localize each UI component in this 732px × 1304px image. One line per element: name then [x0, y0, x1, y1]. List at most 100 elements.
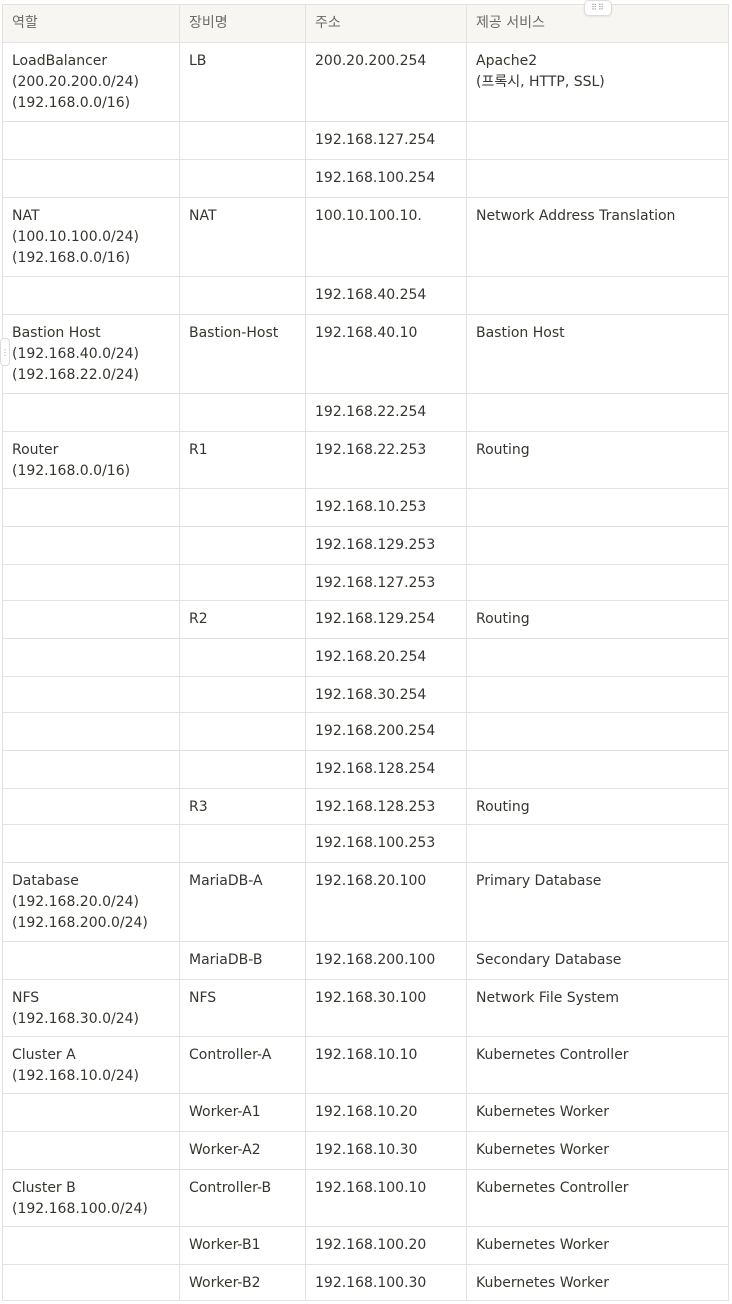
- cell-address[interactable]: 192.168.30.254: [305, 676, 467, 713]
- cell-address[interactable]: 192.168.10.30: [305, 1131, 467, 1170]
- cell-device[interactable]: Worker-B1: [179, 1226, 306, 1265]
- cell-address[interactable]: 192.168.100.20: [305, 1226, 467, 1265]
- cell-address[interactable]: 200.20.200.254: [305, 42, 467, 122]
- cell-service[interactable]: [466, 526, 729, 565]
- cell-address[interactable]: 192.168.10.253: [305, 488, 467, 527]
- row-drag-handle-icon[interactable]: ⋮: [0, 338, 10, 366]
- cell-address[interactable]: 192.168.127.253: [305, 564, 467, 601]
- cell-address[interactable]: 192.168.22.253: [305, 431, 467, 489]
- cell-service[interactable]: [466, 393, 729, 432]
- cell-service[interactable]: [466, 488, 729, 527]
- cell-service[interactable]: [466, 676, 729, 713]
- cell-address[interactable]: 192.168.10.10: [305, 1036, 467, 1094]
- cell-device[interactable]: Worker-A2: [179, 1131, 306, 1170]
- cell-device[interactable]: [179, 712, 306, 751]
- cell-address[interactable]: 192.168.100.253: [305, 824, 467, 863]
- cell-device[interactable]: Controller-A: [179, 1036, 306, 1094]
- cell-device[interactable]: [179, 526, 306, 565]
- cell-address[interactable]: 192.168.129.253: [305, 526, 467, 565]
- cell-service[interactable]: [466, 564, 729, 601]
- cell-service[interactable]: [466, 121, 729, 160]
- cell-address[interactable]: 192.168.100.30: [305, 1264, 467, 1301]
- cell-service[interactable]: [466, 824, 729, 863]
- cell-role[interactable]: NFS (192.168.30.0/24): [2, 979, 180, 1037]
- cell-device[interactable]: [179, 276, 306, 315]
- cell-device[interactable]: Bastion-Host: [179, 314, 306, 394]
- cell-role[interactable]: [2, 159, 180, 198]
- cell-address[interactable]: 192.168.22.254: [305, 393, 467, 432]
- cell-role[interactable]: [2, 712, 180, 751]
- cell-device[interactable]: Worker-A1: [179, 1093, 306, 1132]
- cell-role[interactable]: [2, 526, 180, 565]
- cell-role[interactable]: [2, 788, 180, 825]
- cell-service[interactable]: [466, 159, 729, 198]
- cell-address[interactable]: 192.168.40.10: [305, 314, 467, 394]
- cell-device[interactable]: R2: [179, 600, 306, 639]
- cell-device[interactable]: [179, 121, 306, 160]
- cell-address[interactable]: 192.168.200.254: [305, 712, 467, 751]
- cell-device[interactable]: [179, 676, 306, 713]
- cell-service[interactable]: Bastion Host: [466, 314, 729, 394]
- cell-device[interactable]: MariaDB-A: [179, 862, 306, 942]
- cell-role[interactable]: [2, 1226, 180, 1265]
- cell-service[interactable]: Primary Database: [466, 862, 729, 942]
- cell-address[interactable]: 192.168.128.253: [305, 788, 467, 825]
- cell-address[interactable]: 192.168.30.100: [305, 979, 467, 1037]
- cell-role[interactable]: [2, 750, 180, 789]
- cell-role[interactable]: [2, 941, 180, 980]
- cell-address[interactable]: 192.168.129.254: [305, 600, 467, 639]
- header-role[interactable]: 역할: [2, 4, 180, 43]
- cell-service[interactable]: Kubernetes Controller: [466, 1036, 729, 1094]
- cell-address[interactable]: 192.168.128.254: [305, 750, 467, 789]
- cell-device[interactable]: Worker-B2: [179, 1264, 306, 1301]
- cell-role[interactable]: Database (192.168.20.0/24) (192.168.200.…: [2, 862, 180, 942]
- cell-service[interactable]: [466, 276, 729, 315]
- cell-device[interactable]: [179, 824, 306, 863]
- cell-address[interactable]: 100.10.100.10.: [305, 197, 467, 277]
- cell-device[interactable]: MariaDB-B: [179, 941, 306, 980]
- cell-service[interactable]: Kubernetes Worker: [466, 1226, 729, 1265]
- cell-service[interactable]: [466, 638, 729, 677]
- cell-service[interactable]: Kubernetes Worker: [466, 1093, 729, 1132]
- cell-address[interactable]: 192.168.20.254: [305, 638, 467, 677]
- cell-service[interactable]: [466, 712, 729, 751]
- cell-service[interactable]: Kubernetes Controller: [466, 1169, 729, 1227]
- cell-address[interactable]: 192.168.20.100: [305, 862, 467, 942]
- cell-role[interactable]: Bastion Host (192.168.40.0/24) (192.168.…: [2, 314, 180, 394]
- cell-service[interactable]: Kubernetes Worker: [466, 1264, 729, 1301]
- cell-role[interactable]: [2, 824, 180, 863]
- cell-service[interactable]: Network Address Translation: [466, 197, 729, 277]
- cell-device[interactable]: [179, 393, 306, 432]
- cell-device[interactable]: [179, 750, 306, 789]
- cell-role[interactable]: [2, 676, 180, 713]
- cell-service[interactable]: Network File System: [466, 979, 729, 1037]
- column-drag-handle-icon[interactable]: ⠿⠿: [584, 0, 612, 16]
- cell-device[interactable]: [179, 159, 306, 198]
- cell-service[interactable]: Routing: [466, 600, 729, 639]
- cell-device[interactable]: R3: [179, 788, 306, 825]
- cell-service[interactable]: [466, 750, 729, 789]
- cell-device[interactable]: [179, 564, 306, 601]
- cell-role[interactable]: Cluster A (192.168.10.0/24): [2, 1036, 180, 1094]
- cell-address[interactable]: 192.168.100.254: [305, 159, 467, 198]
- cell-role[interactable]: [2, 121, 180, 160]
- cell-role[interactable]: [2, 488, 180, 527]
- header-device[interactable]: 장비명: [179, 4, 306, 43]
- cell-address[interactable]: 192.168.127.254: [305, 121, 467, 160]
- cell-address[interactable]: 192.168.10.20: [305, 1093, 467, 1132]
- cell-role[interactable]: [2, 564, 180, 601]
- cell-role[interactable]: LoadBalancer (200.20.200.0/24) (192.168.…: [2, 42, 180, 122]
- cell-device[interactable]: Controller-B: [179, 1169, 306, 1227]
- cell-service[interactable]: Kubernetes Worker: [466, 1131, 729, 1170]
- cell-role[interactable]: [2, 1264, 180, 1301]
- cell-role[interactable]: NAT (100.10.100.0/24) (192.168.0.0/16): [2, 197, 180, 277]
- cell-address[interactable]: 192.168.100.10: [305, 1169, 467, 1227]
- cell-role[interactable]: Router (192.168.0.0/16): [2, 431, 180, 489]
- cell-device[interactable]: NAT: [179, 197, 306, 277]
- cell-service[interactable]: Routing: [466, 431, 729, 489]
- cell-role[interactable]: [2, 600, 180, 639]
- cell-service[interactable]: Apache2 (프록시, HTTP, SSL): [466, 42, 729, 122]
- cell-role[interactable]: [2, 276, 180, 315]
- cell-device[interactable]: [179, 488, 306, 527]
- cell-role[interactable]: [2, 1093, 180, 1132]
